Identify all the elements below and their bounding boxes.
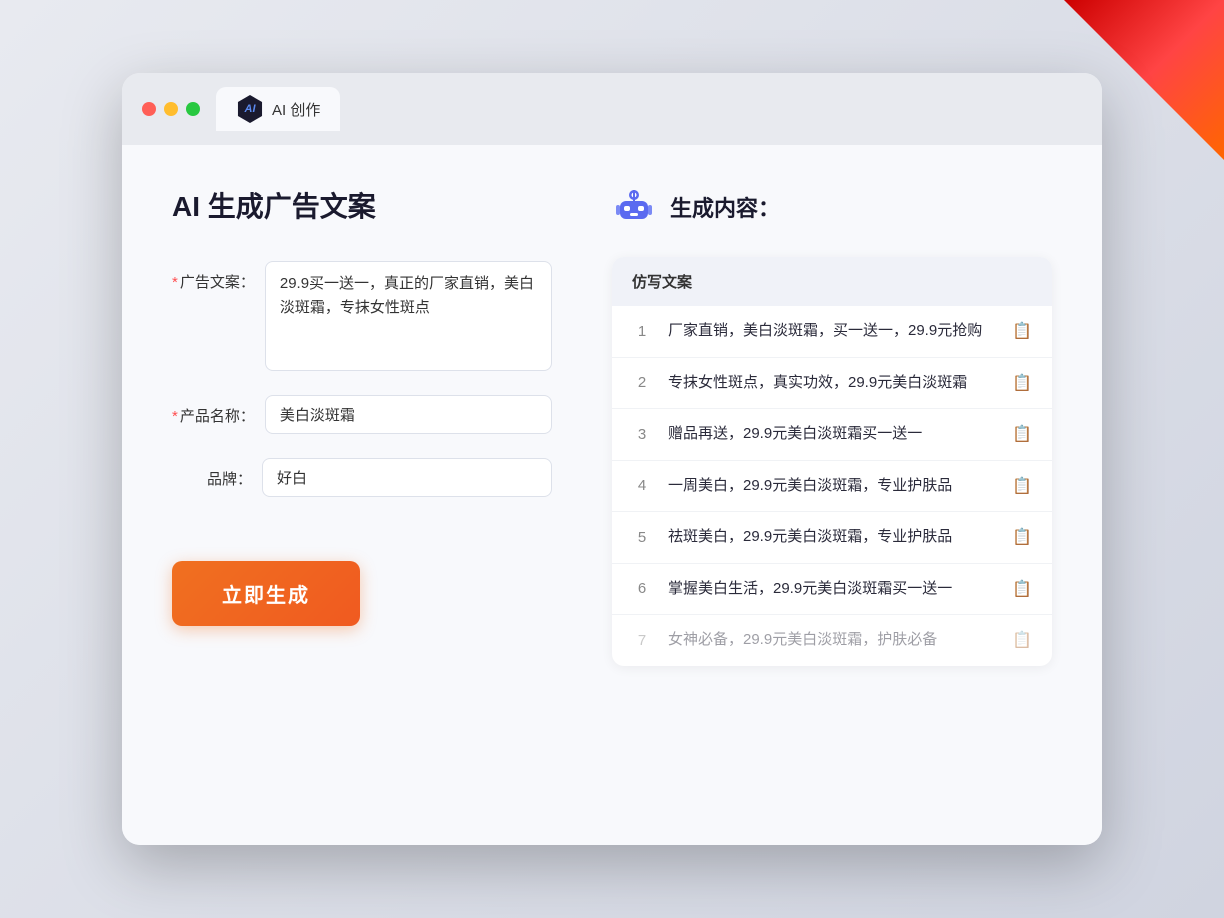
copy-icon[interactable]: 📋 — [1012, 476, 1032, 496]
ad-copy-group: *广告文案： 29.9买一送一，真正的厂家直销，美白淡斑霜，专抹女性斑点 — [172, 261, 552, 371]
row-text: 赠品再送，29.9元美白淡斑霜买一送一 — [668, 423, 996, 446]
row-number: 7 — [632, 632, 652, 649]
left-panel: AI 生成广告文案 *广告文案： 29.9买一送一，真正的厂家直销，美白淡斑霜，… — [172, 185, 552, 795]
row-number: 5 — [632, 529, 652, 546]
product-name-group: *产品名称： — [172, 395, 552, 434]
minimize-button[interactable] — [164, 102, 178, 116]
table-row: 6 掌握美白生活，29.9元美白淡斑霜买一送一 📋 — [612, 564, 1052, 616]
page-title: AI 生成广告文案 — [172, 185, 552, 225]
row-text: 掌握美白生活，29.9元美白淡斑霜买一送一 — [668, 578, 996, 601]
maximize-button[interactable] — [186, 102, 200, 116]
row-text: 女神必备，29.9元美白淡斑霜，护肤必备 — [668, 629, 996, 652]
robot-icon — [612, 185, 656, 229]
browser-window: AI AI 创作 AI 生成广告文案 *广告文案： 29.9买一送一，真正的厂家… — [122, 73, 1102, 845]
window-controls — [142, 102, 200, 116]
copy-icon[interactable]: 📋 — [1012, 373, 1032, 393]
table-row: 4 一周美白，29.9元美白淡斑霜，专业护肤品 📋 — [612, 461, 1052, 513]
product-name-input[interactable] — [265, 395, 552, 434]
product-name-label: *产品名称： — [172, 395, 255, 426]
row-number: 2 — [632, 374, 652, 391]
table-row: 5 祛斑美白，29.9元美白淡斑霜，专业护肤品 📋 — [612, 512, 1052, 564]
copy-icon[interactable]: 📋 — [1012, 527, 1032, 547]
copy-icon[interactable]: 📋 — [1012, 579, 1032, 599]
table-row: 3 赠品再送，29.9元美白淡斑霜买一送一 📋 — [612, 409, 1052, 461]
generate-button[interactable]: 立即生成 — [172, 561, 360, 626]
row-text: 祛斑美白，29.9元美白淡斑霜，专业护肤品 — [668, 526, 996, 549]
main-content: AI 生成广告文案 *广告文案： 29.9买一送一，真正的厂家直销，美白淡斑霜，… — [122, 145, 1102, 845]
row-number: 6 — [632, 580, 652, 597]
result-title: 生成内容： — [670, 191, 780, 223]
brand-input[interactable] — [262, 458, 552, 497]
table-header: 仿写文案 — [612, 257, 1052, 306]
row-text: 一周美白，29.9元美白淡斑霜，专业护肤品 — [668, 475, 996, 498]
required-star-2: * — [172, 408, 178, 425]
result-table: 仿写文案 1 厂家直销，美白淡斑霜，买一送一，29.9元抢购 📋 2 专抹女性斑… — [612, 257, 1052, 666]
row-text: 专抹女性斑点，真实功效，29.9元美白淡斑霜 — [668, 372, 996, 395]
ai-tab[interactable]: AI AI 创作 — [216, 87, 340, 131]
row-number: 4 — [632, 477, 652, 494]
row-number: 1 — [632, 323, 652, 340]
row-number: 3 — [632, 426, 652, 443]
brand-group: 品牌： — [172, 458, 552, 497]
copy-icon[interactable]: 📋 — [1012, 321, 1032, 341]
tab-label: AI 创作 — [272, 99, 320, 120]
ad-copy-input[interactable]: 29.9买一送一，真正的厂家直销，美白淡斑霜，专抹女性斑点 — [265, 261, 552, 371]
right-panel: 生成内容： 仿写文案 1 厂家直销，美白淡斑霜，买一送一，29.9元抢购 📋 2… — [612, 185, 1052, 795]
result-header: 生成内容： — [612, 185, 1052, 229]
copy-icon[interactable]: 📋 — [1012, 424, 1032, 444]
table-row: 2 专抹女性斑点，真实功效，29.9元美白淡斑霜 📋 — [612, 358, 1052, 410]
ai-logo-icon: AI — [236, 95, 264, 123]
close-button[interactable] — [142, 102, 156, 116]
table-row: 1 厂家直销，美白淡斑霜，买一送一，29.9元抢购 📋 — [612, 306, 1052, 358]
table-row: 7 女神必备，29.9元美白淡斑霜，护肤必备 📋 — [612, 615, 1052, 666]
row-text: 厂家直销，美白淡斑霜，买一送一，29.9元抢购 — [668, 320, 996, 343]
copy-icon[interactable]: 📋 — [1012, 630, 1032, 650]
required-star: * — [172, 274, 178, 291]
ad-copy-label: *广告文案： — [172, 261, 255, 292]
result-rows-container: 1 厂家直销，美白淡斑霜，买一送一，29.9元抢购 📋 2 专抹女性斑点，真实功… — [612, 306, 1052, 666]
brand-label: 品牌： — [172, 458, 252, 489]
title-bar: AI AI 创作 — [122, 73, 1102, 145]
